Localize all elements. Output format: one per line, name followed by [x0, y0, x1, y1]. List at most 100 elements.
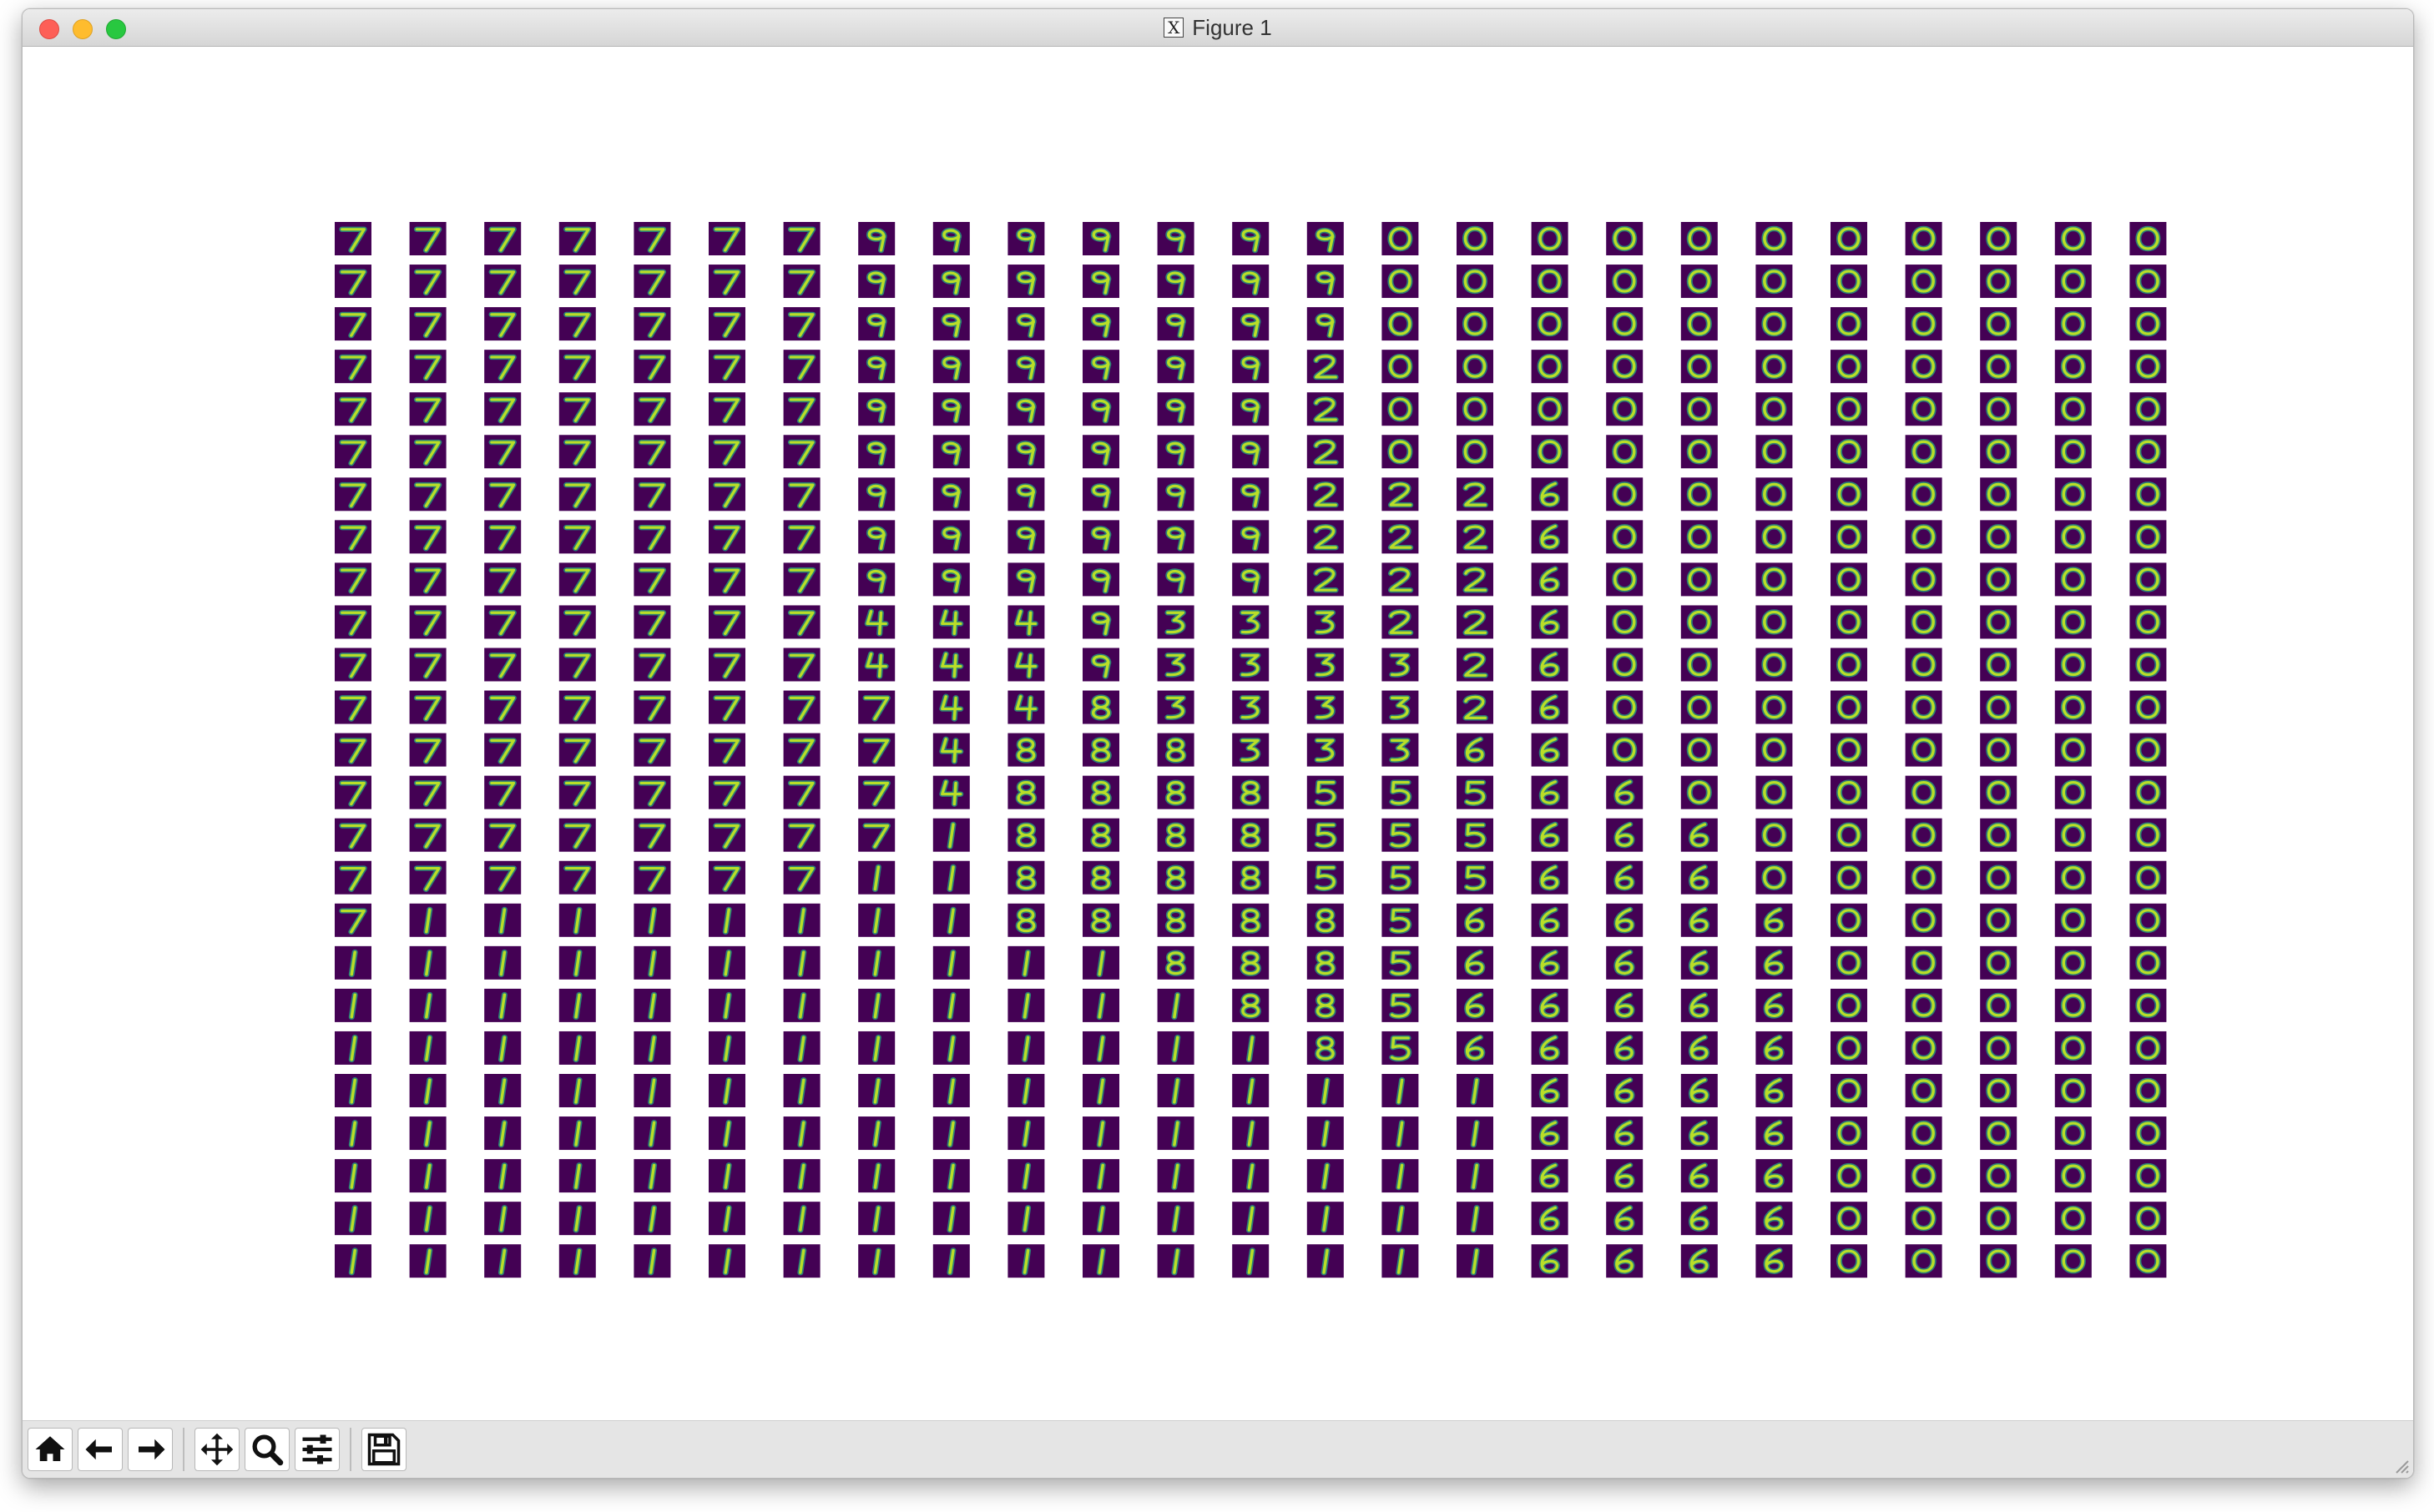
digit-cell [1831, 988, 1867, 1022]
digit-cell [1232, 1116, 1270, 1151]
digit-cell [932, 860, 970, 895]
digit-cell [2129, 307, 2167, 341]
digit-cell [932, 903, 970, 937]
figure-canvas[interactable] [23, 47, 2413, 1415]
digit-cell [709, 520, 745, 554]
image-grid [335, 222, 2167, 1278]
digit-cell [2129, 477, 2167, 512]
digit-cell [1905, 520, 1942, 554]
digit-cell [634, 945, 671, 980]
digit-cell [2054, 818, 2092, 852]
digit-cell [2129, 818, 2167, 852]
digit-cell [634, 350, 671, 384]
digit-cell [858, 1116, 896, 1151]
digit-cell [1531, 775, 1568, 809]
digit-cell [932, 733, 970, 767]
digit-cell [335, 1244, 371, 1278]
digit-cell [1905, 1202, 1942, 1236]
digit-cell [1531, 1074, 1568, 1107]
digit-cell [2054, 1159, 2092, 1193]
title-bar[interactable]: X Figure 1 [23, 9, 2413, 47]
resize-grip-icon[interactable] [2390, 1454, 2410, 1474]
digit-cell [1007, 648, 1045, 682]
digit-cell [2054, 477, 2092, 512]
digit-cell [409, 392, 447, 426]
digit-cell [1531, 860, 1568, 895]
digit-cell [1905, 1116, 1942, 1151]
digit-cell [932, 1031, 970, 1065]
configure-subplots-button[interactable] [295, 1428, 340, 1471]
digit-cell [1755, 1074, 1793, 1107]
digit-cell [1007, 605, 1045, 639]
digit-cell [1306, 648, 1344, 682]
digit-cell [1680, 265, 1718, 299]
digit-cell [1232, 945, 1270, 980]
digit-cell [558, 562, 596, 597]
zoom-button[interactable] [245, 1428, 290, 1471]
digit-cell [1157, 945, 1194, 980]
digit-cell [1980, 945, 2017, 980]
digit-cell [1980, 350, 2017, 384]
move-icon [200, 1433, 234, 1466]
digit-cell [783, 860, 821, 895]
digit-cell [1157, 562, 1194, 597]
digit-cell [1232, 733, 1270, 767]
digit-cell [1831, 222, 1867, 255]
digit-cell [709, 1159, 745, 1193]
digit-cell [1755, 945, 1793, 980]
digit-cell [484, 860, 522, 895]
digit-cell [1831, 477, 1867, 512]
digit-cell [1083, 988, 1119, 1022]
digit-cell [1905, 392, 1942, 426]
save-button[interactable] [361, 1428, 407, 1471]
digit-cell [1680, 733, 1718, 767]
digit-cell [2054, 690, 2092, 724]
digit-cell [335, 392, 371, 426]
digit-cell [1531, 733, 1568, 767]
digit-cell [409, 818, 447, 852]
digit-cell [2129, 350, 2167, 384]
home-button[interactable] [28, 1428, 73, 1471]
digit-cell [1831, 392, 1867, 426]
digit-cell [1531, 222, 1568, 255]
digit-cell [1306, 1074, 1344, 1107]
digit-cell [484, 1116, 522, 1151]
digit-cell [335, 690, 371, 724]
digit-cell [2129, 733, 2167, 767]
digit-cell [634, 477, 671, 512]
digit-cell [709, 733, 745, 767]
digit-cell [1531, 1159, 1568, 1193]
digit-cell [335, 775, 371, 809]
digit-cell [409, 1202, 447, 1236]
digit-cell [2054, 307, 2092, 341]
digit-cell [634, 1159, 671, 1193]
digit-cell [932, 222, 970, 255]
digit-cell [783, 477, 821, 512]
pan-button[interactable] [194, 1428, 240, 1471]
digit-cell [2054, 520, 2092, 554]
digit-cell [783, 392, 821, 426]
digit-cell [1457, 648, 1493, 682]
digit-cell [335, 605, 371, 639]
digit-cell [2129, 1202, 2167, 1236]
digit-cell [783, 222, 821, 255]
digit-cell [1381, 1074, 1419, 1107]
digit-cell [2129, 1074, 2167, 1107]
digit-cell [2054, 1116, 2092, 1151]
forward-button[interactable] [128, 1428, 173, 1471]
digit-cell [1606, 265, 1644, 299]
digit-cell [1905, 1074, 1942, 1107]
digit-cell [709, 860, 745, 895]
digit-cell [932, 392, 970, 426]
back-button[interactable] [78, 1428, 123, 1471]
arrow-left-icon [85, 1439, 112, 1460]
digit-cell [858, 307, 896, 341]
digit-cell [783, 988, 821, 1022]
digit-cell [1457, 1116, 1493, 1151]
digit-cell [1606, 1074, 1644, 1107]
digit-cell [1980, 222, 2017, 255]
digit-cell [1157, 1116, 1194, 1151]
digit-cell [409, 903, 447, 937]
digit-cell [1381, 307, 1419, 341]
digit-cell [1980, 1244, 2017, 1278]
